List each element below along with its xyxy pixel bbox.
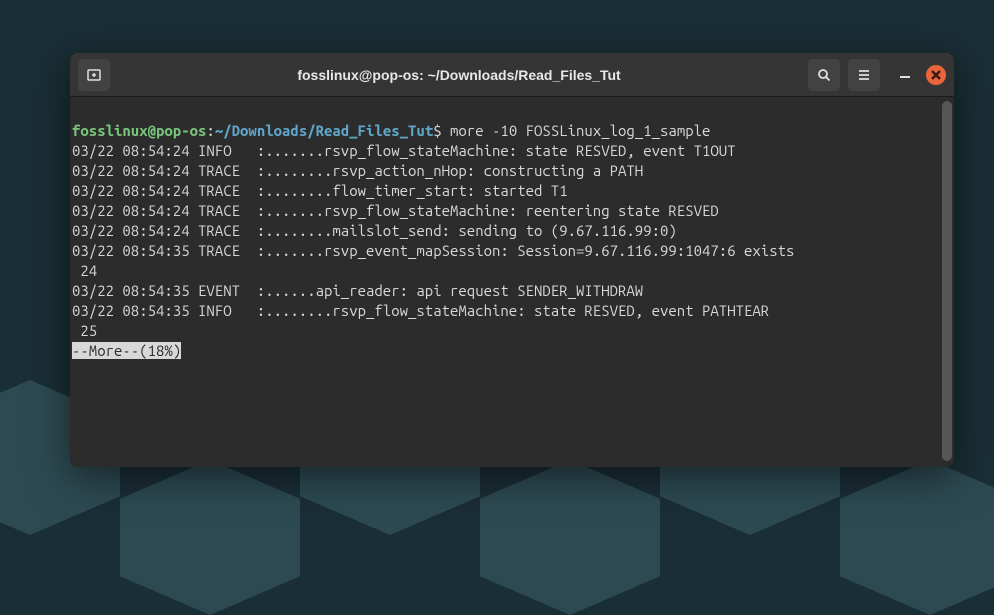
titlebar: fosslinux@pop-os: ~/Downloads/Read_Files…: [70, 53, 954, 97]
log-line: 03/22 08:54:24 TRACE :.......rsvp_flow_s…: [72, 202, 719, 219]
log-line: 03/22 08:54:24 TRACE :........flow_timer…: [72, 182, 568, 199]
more-pager-status: --More--(18%): [72, 342, 181, 359]
log-line: 25: [72, 322, 97, 339]
prompt-separator: :: [206, 122, 214, 139]
command-text: more -10 FOSSLinux_log_1_sample: [450, 122, 710, 139]
scrollbar[interactable]: [942, 101, 952, 461]
log-line: 24: [72, 262, 97, 279]
search-button[interactable]: [808, 59, 840, 91]
log-line: 03/22 08:54:24 TRACE :........mailslot_s…: [72, 222, 677, 239]
close-button[interactable]: [926, 65, 946, 85]
log-line: 03/22 08:54:24 TRACE :........rsvp_actio…: [72, 162, 643, 179]
log-line: 03/22 08:54:35 EVENT :......api_reader: …: [72, 282, 643, 299]
window-controls: [896, 65, 946, 85]
prompt-symbol: $: [433, 122, 450, 139]
minimize-button[interactable]: [896, 66, 914, 84]
prompt-user-host: fosslinux@pop-os: [72, 122, 206, 139]
new-tab-button[interactable]: [78, 59, 110, 91]
log-line: 03/22 08:54:35 INFO :........rsvp_flow_s…: [72, 302, 769, 319]
log-line: 03/22 08:54:24 INFO :.......rsvp_flow_st…: [72, 142, 736, 159]
menu-button[interactable]: [848, 59, 880, 91]
terminal-content[interactable]: fosslinux@pop-os:~/Downloads/Read_Files_…: [70, 97, 954, 467]
terminal-window: fosslinux@pop-os: ~/Downloads/Read_Files…: [70, 53, 954, 467]
log-line: 03/22 08:54:35 TRACE :.......rsvp_event_…: [72, 242, 794, 259]
window-title: fosslinux@pop-os: ~/Downloads/Read_Files…: [118, 67, 800, 83]
prompt-path: ~/Downloads/Read_Files_Tut: [215, 122, 433, 139]
